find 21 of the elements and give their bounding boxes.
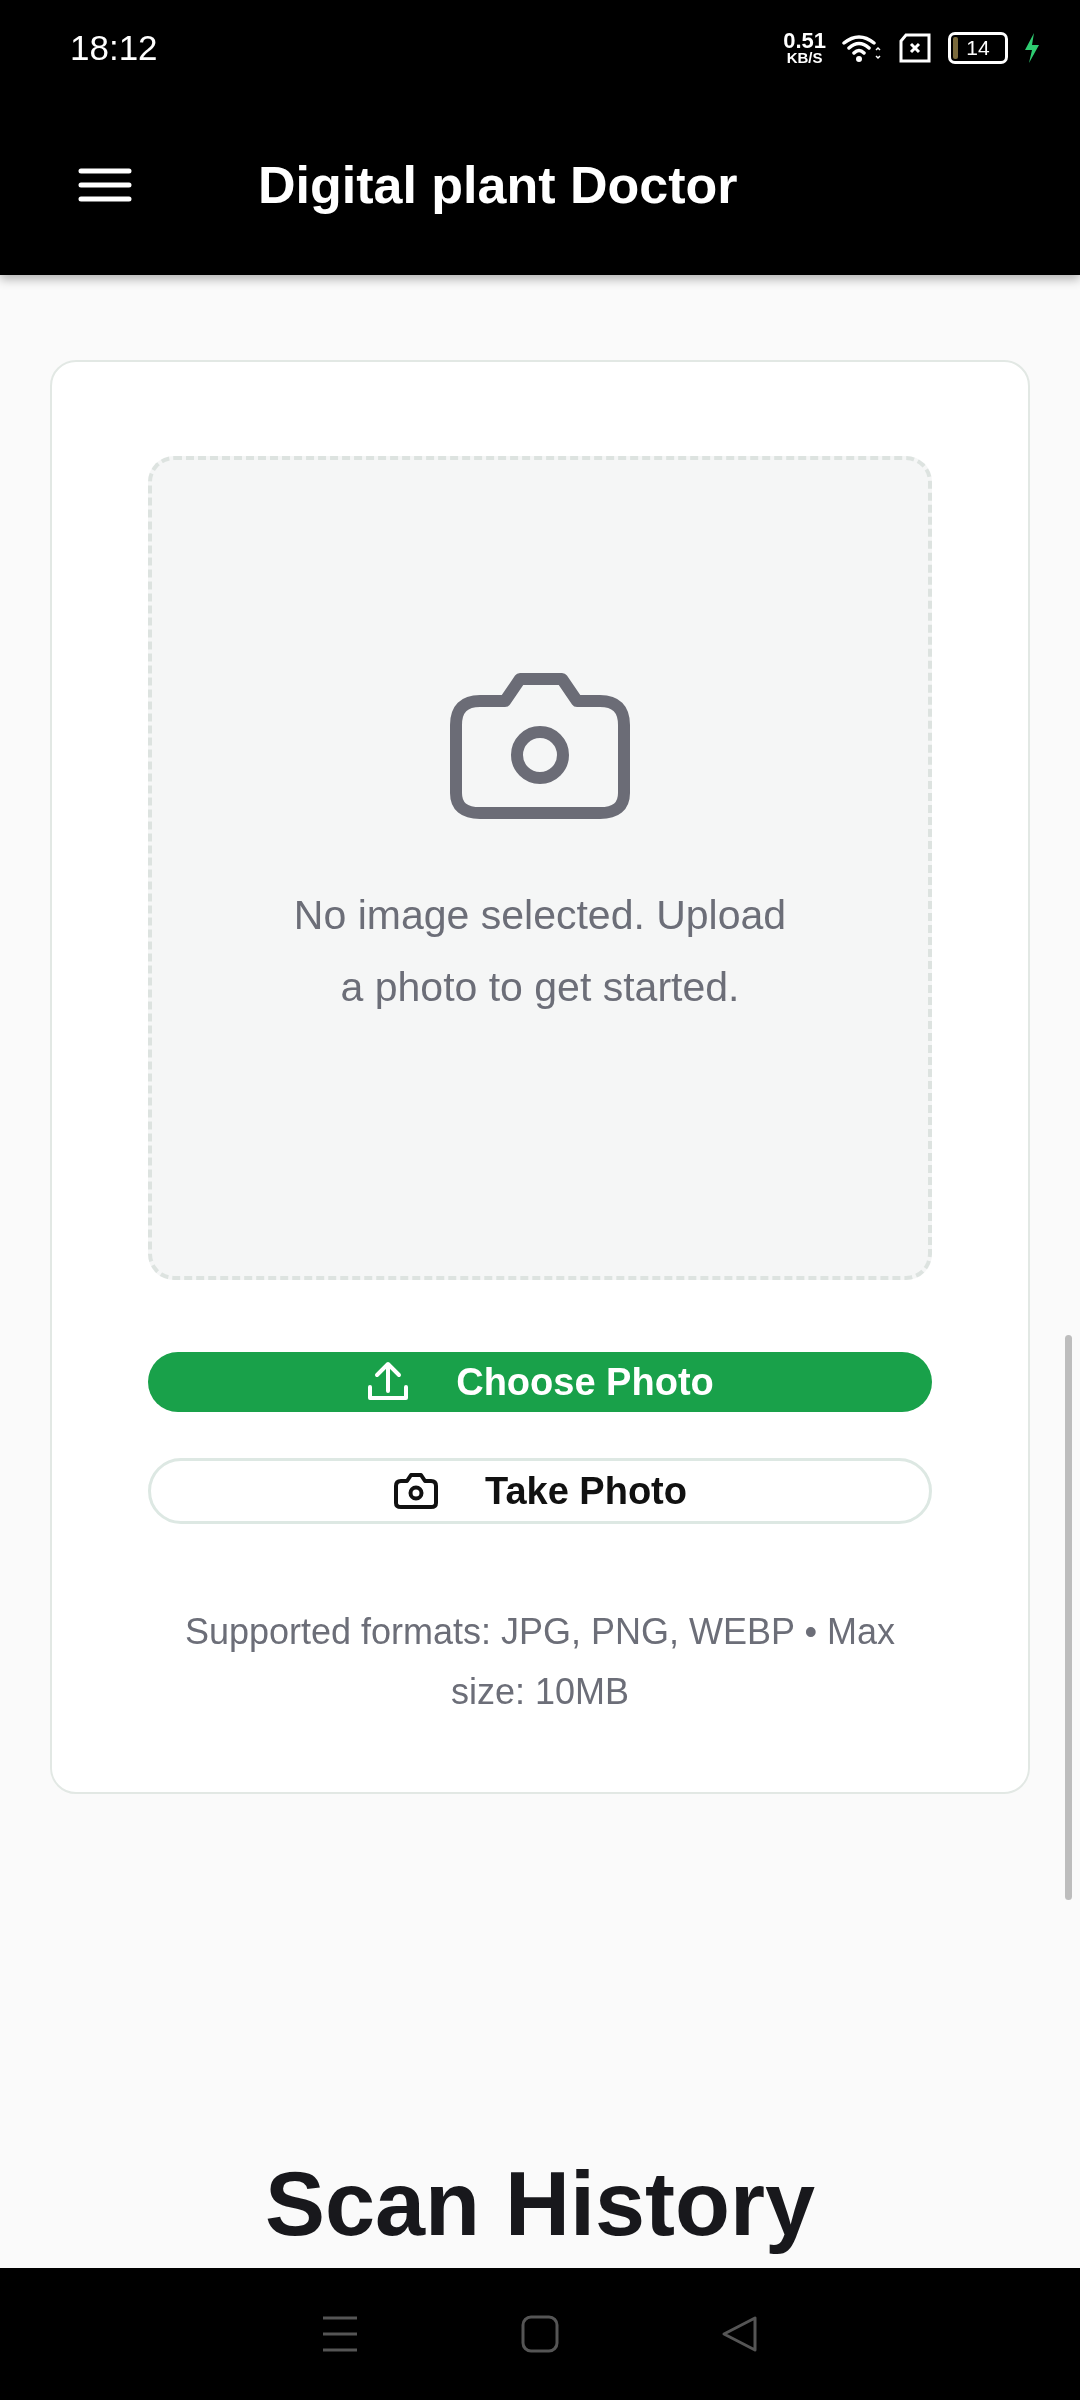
charging-icon (1024, 32, 1040, 63)
scrollbar[interactable] (1065, 1335, 1072, 1900)
battery-indicator: 14 (948, 31, 1008, 64)
supported-formats-text: Supported formats: JPG, PNG, WEBP • Max size: 10MB (183, 1610, 897, 1714)
empty-message: No image selected. Upload a photo to get started. (292, 891, 788, 1012)
network-speed: 0.51 KB/S (783, 30, 826, 65)
recents-icon[interactable] (321, 2315, 359, 2353)
home-icon[interactable] (521, 2315, 559, 2353)
back-icon[interactable] (721, 2315, 759, 2353)
camera-icon (450, 673, 630, 819)
menu-icon[interactable] (78, 167, 132, 203)
wifi-icon (842, 32, 882, 63)
choose-photo-button[interactable]: Choose Photo (148, 1352, 932, 1412)
app-title: Digital plant Doctor (258, 155, 738, 215)
sim-icon (898, 32, 932, 63)
section-heading: Scan History (263, 2154, 817, 2254)
upload-icon (366, 1361, 411, 1403)
camera-icon (393, 1472, 439, 1510)
take-photo-button[interactable]: Take Photo (148, 1458, 932, 1524)
image-dropzone[interactable]: No image selected. Upload a photo to get started. (148, 456, 932, 1280)
status-time: 18:12 (70, 27, 158, 68)
